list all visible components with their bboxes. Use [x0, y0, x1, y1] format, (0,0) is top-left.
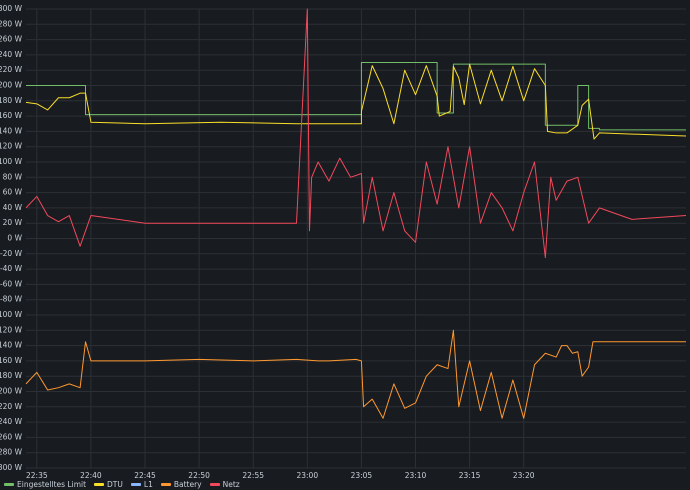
legend-label: Netz [222, 480, 240, 489]
gridlines [26, 8, 686, 469]
x-tick-label: 22:35 [26, 471, 48, 480]
y-tick-label: 100 W [0, 157, 23, 166]
y-tick-label: -220 W [0, 402, 23, 411]
legend-label: DTU [107, 480, 123, 489]
y-tick-label: -20 W [0, 249, 23, 258]
y-tick-label: -280 W [0, 448, 23, 457]
y-tick-label: -180 W [0, 371, 23, 380]
legend-label: Eingestelltes Limit [17, 480, 87, 489]
y-tick-label: -100 W [0, 310, 23, 319]
x-tick-label: 23:00 [296, 471, 318, 480]
x-axis: 22:35 22:40 22:45 22:50 22:55 23:00 23:05 23:10… [26, 471, 535, 480]
x-tick-label: 22:55 [242, 471, 264, 480]
x-tick-label: 22:50 [188, 471, 210, 480]
y-tick-label: 300 W [0, 4, 23, 13]
y-axis: 300 W 280 W 260 W 240 W 220 W 200 W 180 W 160 W… [0, 4, 23, 472]
series-line-netz[interactable] [25, 8, 687, 259]
legend-swatch [209, 483, 220, 486]
legend-swatch [130, 483, 141, 486]
y-tick-label: -200 W [0, 387, 23, 396]
y-tick-label: 180 W [0, 96, 23, 105]
y-tick-label: 80 W [3, 172, 23, 181]
y-tick-label: -140 W [0, 341, 23, 350]
legend-swatch [160, 483, 171, 486]
y-tick-label: -240 W [0, 417, 23, 426]
y-tick-label: 20 W [3, 218, 23, 227]
legend[interactable]: Eingestelltes Limit DTU L1 Battery Netz [4, 480, 240, 489]
y-tick-label: -80 W [0, 295, 23, 304]
y-tick-label: 220 W [0, 65, 23, 74]
y-tick-label: -300 W [0, 463, 23, 472]
legend-swatch [4, 483, 14, 486]
y-tick-label: 140 W [0, 126, 23, 135]
y-tick-label: 200 W [0, 81, 23, 90]
y-tick-label: 160 W [0, 111, 23, 120]
y-tick-label: 0 W [7, 234, 22, 243]
legend-item-dtu[interactable]: DTU [94, 480, 123, 489]
legend-item-l1[interactable]: L1 [130, 480, 153, 489]
y-tick-label: -260 W [0, 432, 23, 441]
line-chart: 300 W 280 W 260 W 240 W 220 W 200 W 180 W 160 W… [0, 4, 687, 480]
x-tick-label: 23:15 [459, 471, 481, 480]
legend-swatch [94, 483, 105, 486]
y-tick-label: 120 W [0, 142, 23, 151]
legend-label: Battery [173, 480, 202, 489]
series-line-dtu[interactable] [25, 63, 687, 140]
y-tick-label: 260 W [0, 35, 23, 44]
y-tick-label: 280 W [0, 19, 23, 28]
y-tick-label: -60 W [0, 279, 23, 288]
y-tick-label: 240 W [0, 50, 23, 59]
legend-item-netz[interactable]: Netz [209, 480, 240, 489]
legend-item-eingestelltes-limit[interactable]: Eingestelltes Limit [4, 480, 86, 489]
x-tick-label: 23:10 [405, 471, 427, 480]
y-tick-label: -40 W [0, 264, 23, 273]
x-tick-label: 23:20 [513, 471, 535, 480]
series-line-eingestelltes-limit[interactable] [26, 62, 686, 131]
legend-item-battery[interactable]: Battery [160, 480, 202, 489]
series-line-battery[interactable] [25, 329, 686, 419]
x-tick-label: 23:05 [351, 471, 373, 480]
x-tick-label: 22:45 [134, 471, 156, 480]
y-tick-label: -160 W [0, 356, 23, 365]
x-tick-label: 22:40 [80, 471, 102, 480]
y-tick-label: -120 W [0, 325, 23, 334]
y-tick-label: 40 W [3, 203, 23, 212]
y-tick-label: 60 W [3, 188, 23, 197]
legend-label: L1 [143, 480, 153, 489]
